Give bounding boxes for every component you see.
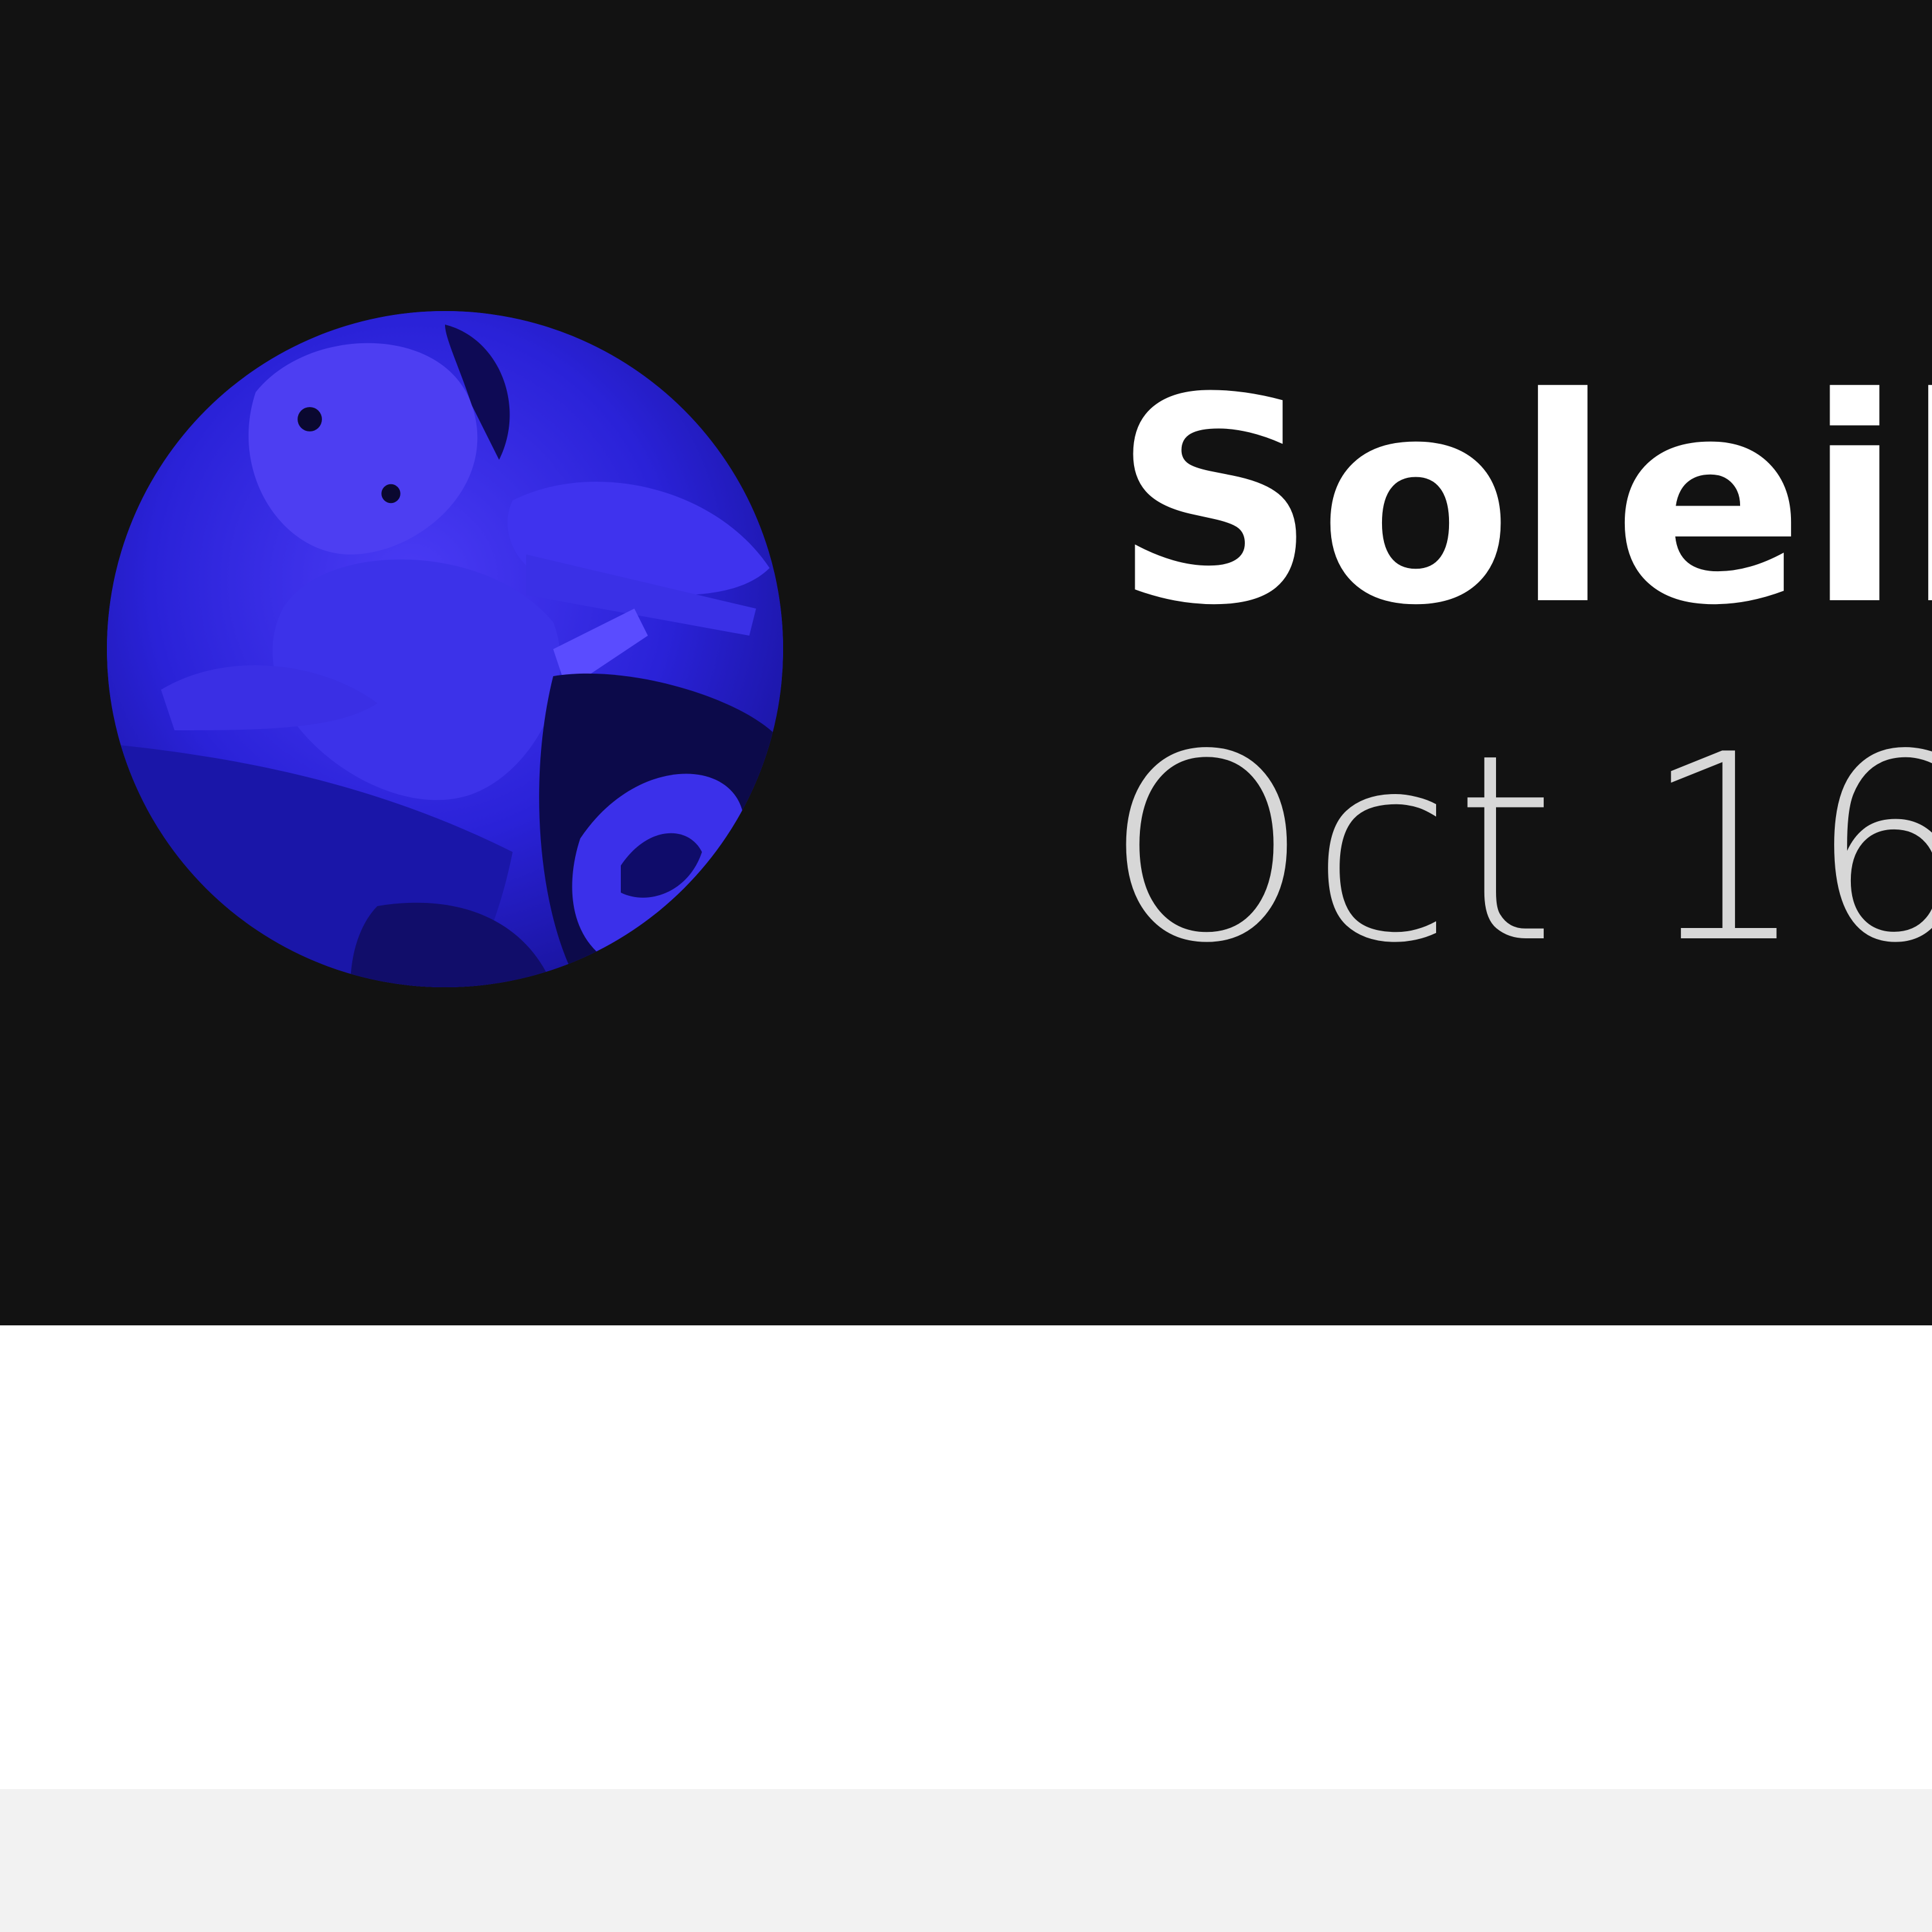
author-name[interactable]: Soleil <box>1113 361 1932 644</box>
author-avatar[interactable] <box>107 311 783 987</box>
post-author-header: Soleil Oct 16 <box>0 0 1932 1325</box>
post-body-area <box>0 1325 1932 1789</box>
avatar-photo-icon <box>107 311 783 987</box>
post-card: Soleil Oct 16 <box>0 0 1932 1932</box>
post-date: Oct 16 <box>1105 700 1932 999</box>
post-footer-divider <box>0 1789 1932 1932</box>
